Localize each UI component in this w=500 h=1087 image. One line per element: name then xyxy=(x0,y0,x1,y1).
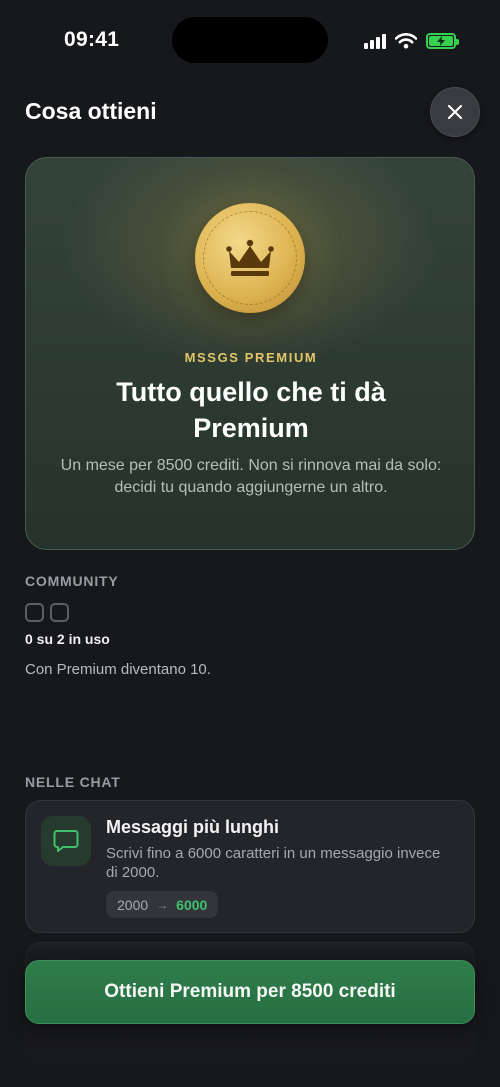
close-icon xyxy=(447,104,463,120)
old-limit: 2000 xyxy=(117,896,149,913)
get-premium-button[interactable]: Ottieni Premium per 8500 crediti xyxy=(25,960,475,1024)
status-icons xyxy=(364,30,459,52)
feature-description: Scrivi fino a 6000 caratteri in un messa… xyxy=(106,845,441,881)
battery-charging-icon xyxy=(426,33,459,49)
cellular-signal-icon xyxy=(364,33,386,49)
feature-card-longer-messages: Messaggi più lunghi Scrivi fino a 6000 c… xyxy=(25,800,475,933)
hero-title: Tutto quello che ti dà Premium xyxy=(116,377,386,443)
feature-title: Messaggi più lunghi xyxy=(106,817,280,837)
community-slot xyxy=(25,603,44,622)
status-time: 09:41 xyxy=(64,28,120,51)
community-slots xyxy=(25,603,69,622)
community-slot xyxy=(50,603,69,622)
page-title: Cosa ottieni xyxy=(25,98,157,124)
new-limit: 6000 xyxy=(176,896,208,913)
hero-eyebrow: MSSGS PREMIUM xyxy=(184,350,318,365)
wifi-icon xyxy=(395,33,417,49)
dynamic-island xyxy=(172,17,328,63)
community-usage: 0 su 2 in uso xyxy=(25,631,110,647)
community-note: Con Premium diventano 10. xyxy=(25,661,211,678)
arrow-right-icon: → xyxy=(156,897,169,912)
crown-coin xyxy=(195,203,305,313)
feature-icon-container xyxy=(41,816,91,866)
chat-section-label: NELLE CHAT xyxy=(25,774,121,790)
premium-hero-card: MSSGS PREMIUM Tutto quello che ti dà Pre… xyxy=(25,157,475,550)
close-button[interactable] xyxy=(430,87,480,137)
status-bar: 09:41 xyxy=(0,0,500,80)
community-section-label: COMMUNITY xyxy=(25,573,119,589)
premium-sheet: 09:41 Cosa ottieni MSSGS PREMIUM Tutto q… xyxy=(0,0,500,1087)
limit-comparison-pill: 2000 → 6000 xyxy=(106,891,219,918)
hero-description: Un mese per 8500 crediti. Non si rinnova… xyxy=(60,457,442,496)
chat-bubble-icon xyxy=(53,830,79,852)
crown-icon xyxy=(226,239,274,276)
